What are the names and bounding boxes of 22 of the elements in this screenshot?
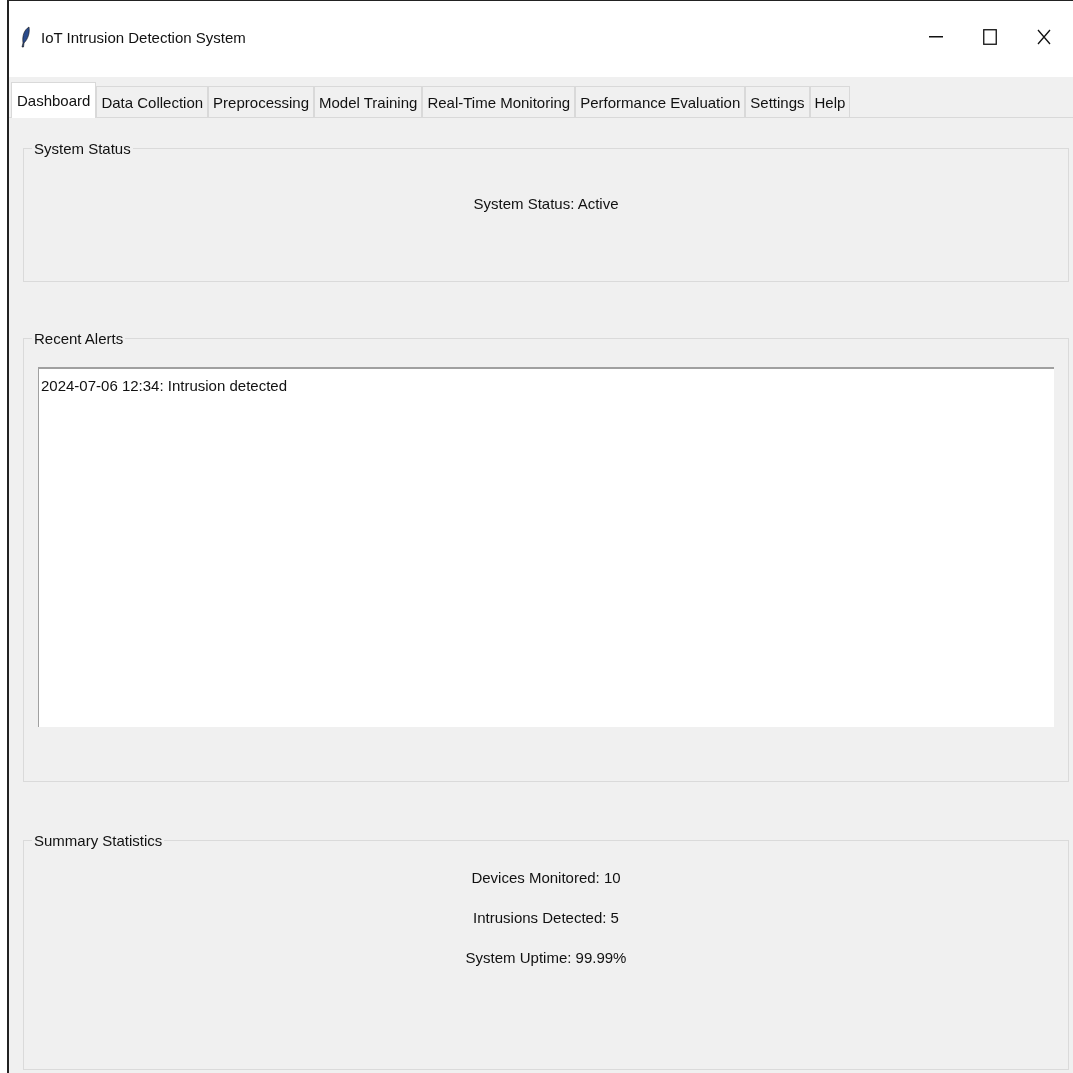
- tab[interactable]: Settings: [745, 86, 810, 117]
- group-title: Recent Alerts: [33, 330, 125, 347]
- tab[interactable]: Real-Time Monitoring: [422, 86, 576, 117]
- maximize-icon[interactable]: [983, 29, 997, 45]
- tab[interactable]: Dashboard: [11, 82, 97, 118]
- statistic-text: System Uptime: 99.99%: [465, 949, 627, 966]
- feather-icon: [21, 26, 31, 48]
- tab[interactable]: Data Collection: [96, 86, 209, 117]
- alert-item[interactable]: 2024-07-06 12:34: Intrusion detected: [41, 377, 1052, 394]
- close-icon[interactable]: [1037, 29, 1051, 45]
- status-text: System Status: Active: [473, 195, 619, 212]
- tab[interactable]: Performance Evaluation: [575, 86, 746, 117]
- group-title: Summary Statistics: [33, 832, 164, 849]
- window-title: IoT Intrusion Detection System: [41, 28, 246, 46]
- group-title: System Status: [33, 140, 132, 157]
- tab[interactable]: Model Training: [314, 86, 423, 117]
- minimize-icon[interactable]: [929, 36, 943, 38]
- statistic-text: Intrusions Detected: 5: [473, 909, 619, 926]
- alerts-list[interactable]: 2024-07-06 12:34: Intrusion detected: [38, 367, 1054, 727]
- statistic-text: Devices Monitored: 10: [471, 869, 621, 886]
- tab[interactable]: Help: [809, 86, 851, 117]
- tab[interactable]: Preprocessing: [208, 86, 314, 117]
